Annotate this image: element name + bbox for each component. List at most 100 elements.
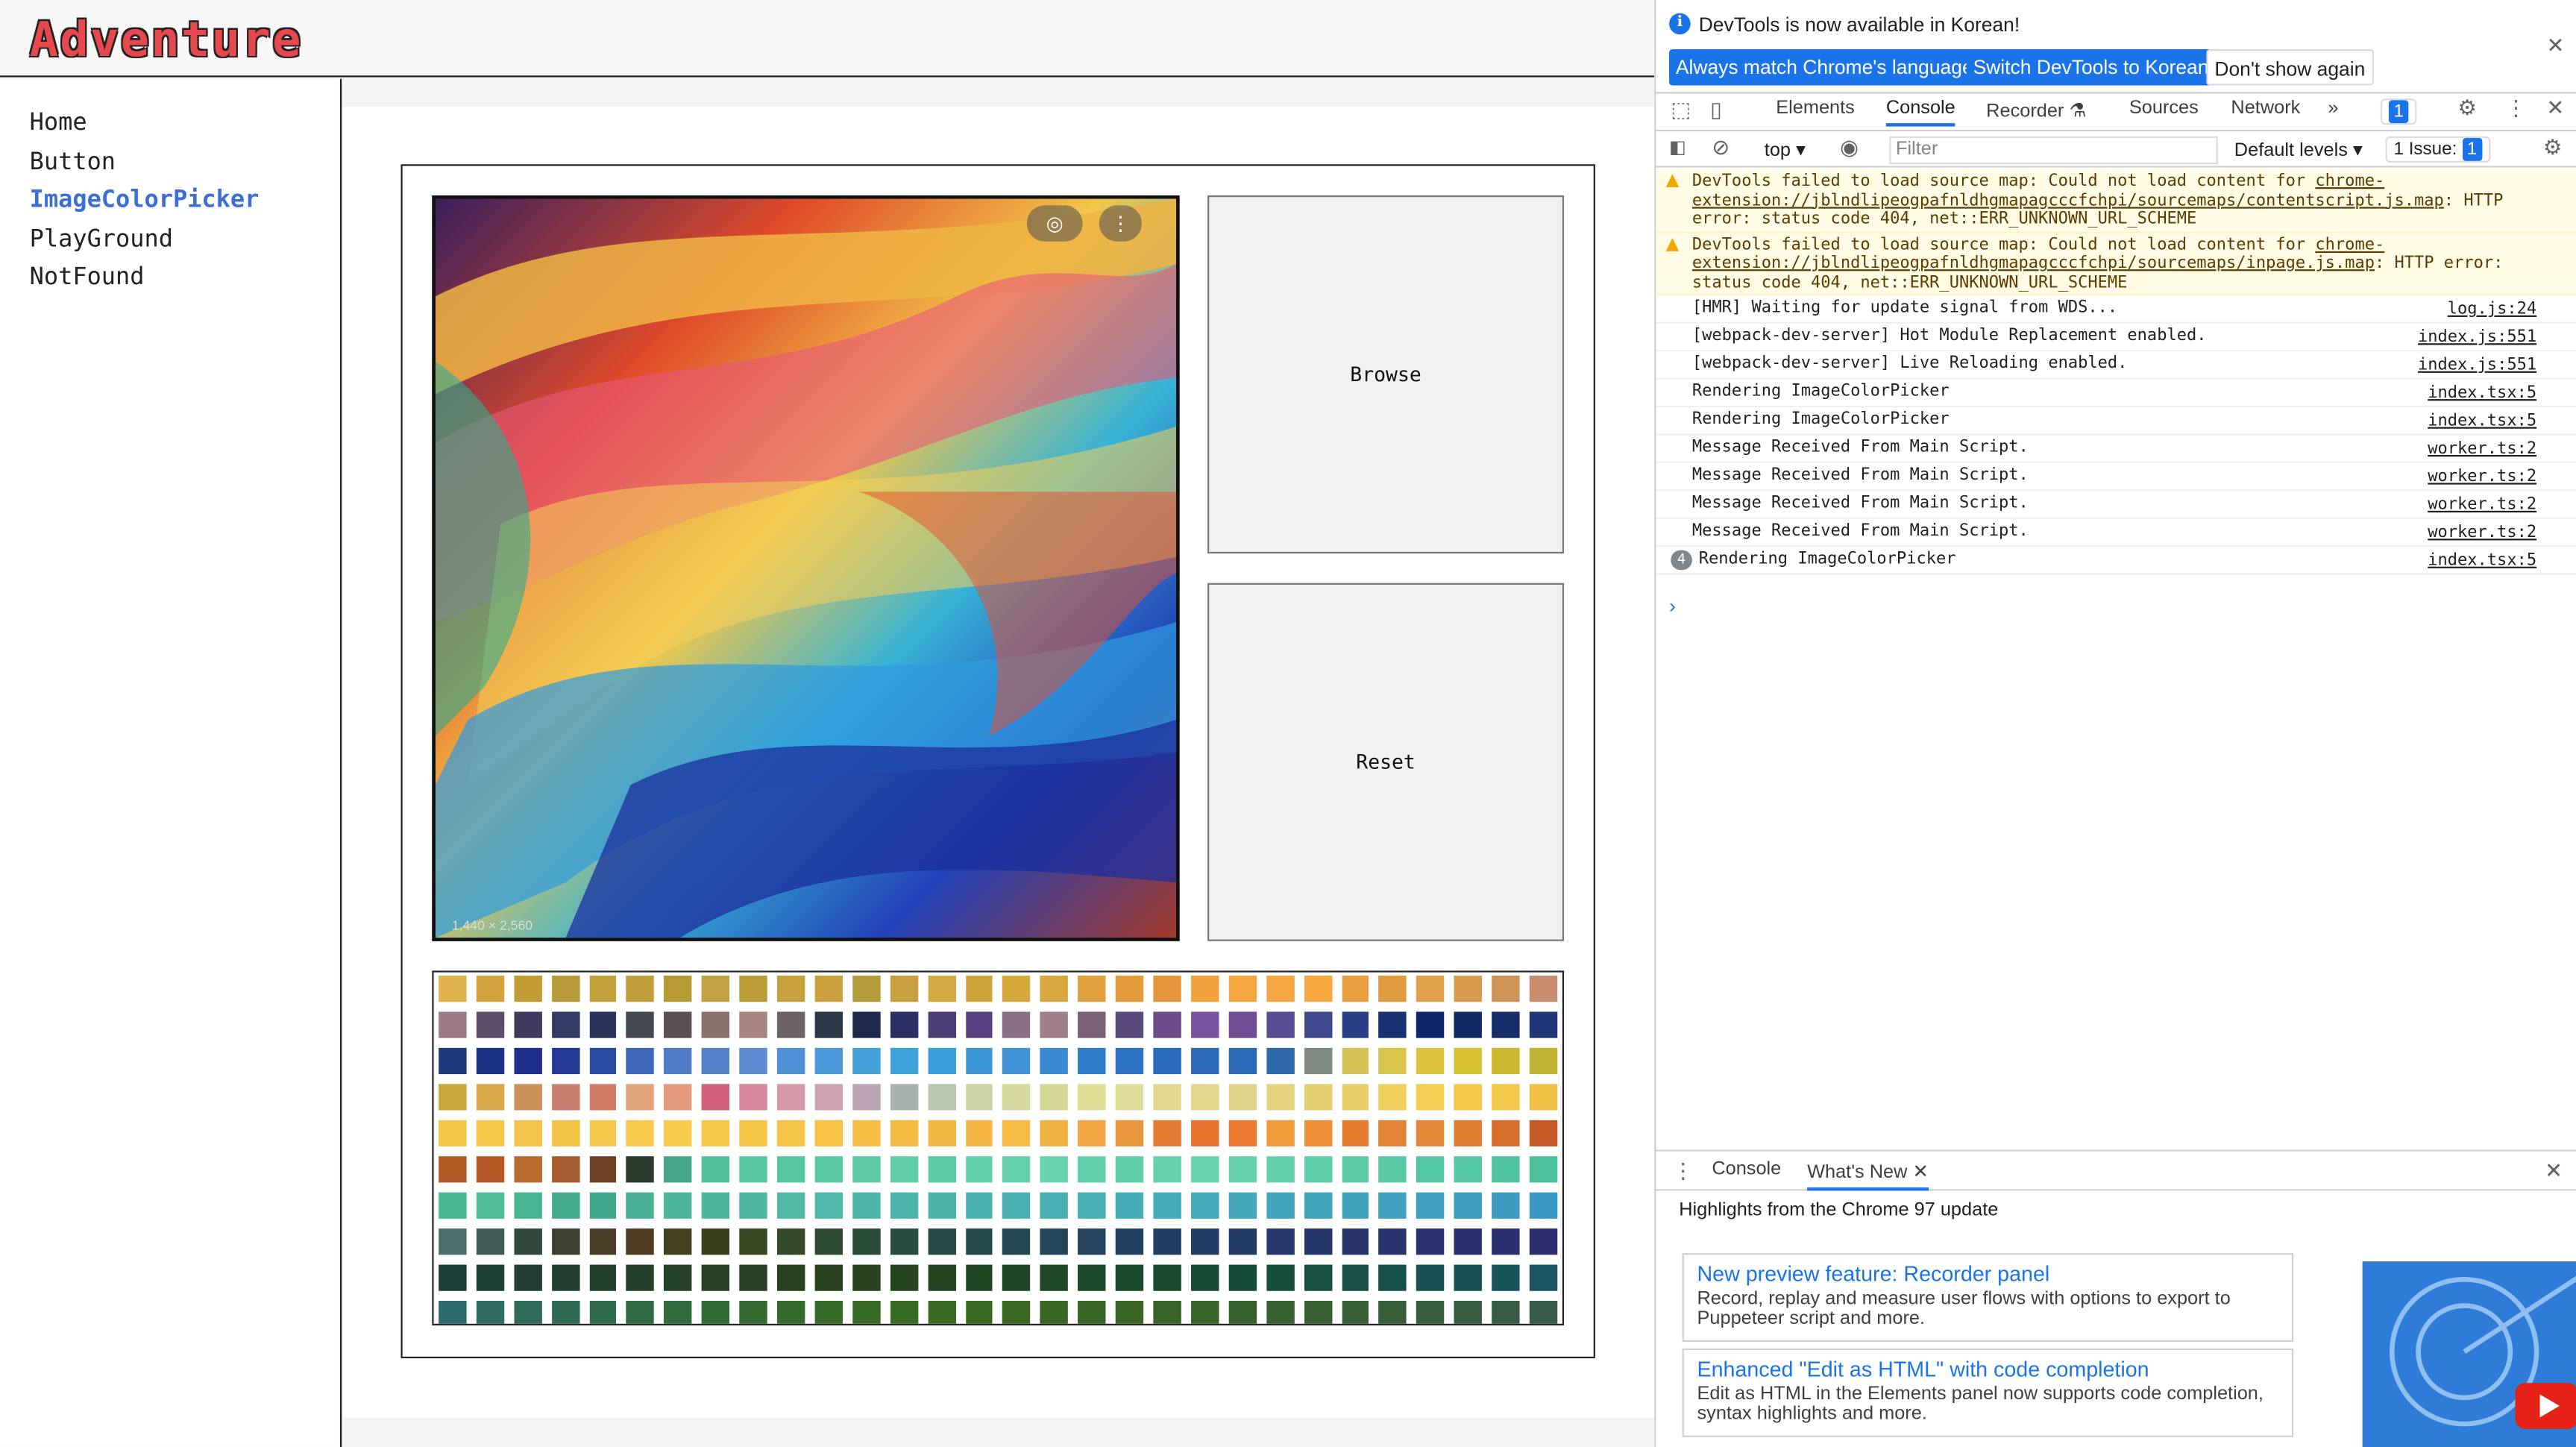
palette-swatch[interactable] xyxy=(1416,1156,1445,1183)
palette-swatch[interactable] xyxy=(588,1156,618,1183)
palette-swatch[interactable] xyxy=(1379,1047,1407,1075)
palette-swatch[interactable] xyxy=(1379,1120,1407,1146)
palette-swatch[interactable] xyxy=(551,1084,579,1111)
palette-swatch[interactable] xyxy=(739,1120,767,1146)
palette-swatch[interactable] xyxy=(439,1156,467,1183)
palette-swatch[interactable] xyxy=(1190,1156,1219,1183)
inspect-element-icon[interactable]: ⬚ xyxy=(1671,97,1691,123)
palette-swatch[interactable] xyxy=(965,1300,993,1324)
palette-swatch[interactable] xyxy=(1416,1047,1445,1075)
palette-swatch[interactable] xyxy=(514,1047,542,1075)
palette-swatch[interactable] xyxy=(1266,975,1295,1002)
palette-swatch[interactable] xyxy=(1530,975,1558,1002)
whats-new-video-thumbnail[interactable] xyxy=(2362,1261,2576,1447)
palette-swatch[interactable] xyxy=(1190,1047,1219,1075)
palette-swatch[interactable] xyxy=(927,1120,956,1146)
palette-swatch[interactable] xyxy=(476,1120,504,1146)
palette-swatch[interactable] xyxy=(1454,1192,1483,1219)
tab-elements[interactable]: Elements xyxy=(1776,98,1855,118)
palette-swatch[interactable] xyxy=(664,975,693,1002)
palette-swatch[interactable] xyxy=(1228,1192,1257,1219)
palette-swatch[interactable] xyxy=(514,1011,542,1038)
palette-swatch[interactable] xyxy=(1341,1300,1369,1324)
palette-swatch[interactable] xyxy=(739,1228,767,1255)
palette-swatch[interactable] xyxy=(1116,1192,1144,1219)
palette-swatch[interactable] xyxy=(514,1228,542,1255)
palette-swatch[interactable] xyxy=(1492,1011,1520,1038)
palette-swatch[interactable] xyxy=(702,1192,730,1219)
palette-swatch[interactable] xyxy=(739,1264,767,1291)
palette-swatch[interactable] xyxy=(814,1011,843,1038)
palette-swatch[interactable] xyxy=(1153,1084,1181,1111)
palette-swatch[interactable] xyxy=(1341,1047,1369,1075)
palette-swatch[interactable] xyxy=(1492,1192,1520,1219)
palette-swatch[interactable] xyxy=(965,975,993,1002)
palette-swatch[interactable] xyxy=(1153,1264,1181,1291)
clear-console-icon[interactable]: ⊘ xyxy=(1712,135,1730,161)
palette-swatch[interactable] xyxy=(1416,1120,1445,1146)
tab-console[interactable]: Console xyxy=(1885,98,1955,127)
tab-network[interactable]: Network xyxy=(2231,98,2300,118)
palette-swatch[interactable] xyxy=(1002,1156,1031,1183)
palette-swatch[interactable] xyxy=(514,1084,542,1111)
palette-swatch[interactable] xyxy=(1002,1228,1031,1255)
nav-item-button[interactable]: Button xyxy=(30,144,340,183)
palette-swatch[interactable] xyxy=(890,1084,918,1111)
palette-swatch[interactable] xyxy=(814,1192,843,1219)
palette-swatch[interactable] xyxy=(739,1192,767,1219)
palette-swatch[interactable] xyxy=(1266,1192,1295,1219)
nav-item-notfound[interactable]: NotFound xyxy=(30,260,340,299)
source-location-link[interactable]: worker.ts:2 xyxy=(2428,440,2536,459)
palette-swatch[interactable] xyxy=(702,1084,730,1111)
palette-swatch[interactable] xyxy=(927,1084,956,1111)
palette-swatch[interactable] xyxy=(1228,1156,1257,1183)
close-devtools-icon[interactable]: ✕ xyxy=(2546,95,2564,122)
palette-swatch[interactable] xyxy=(588,1120,618,1146)
palette-swatch[interactable] xyxy=(551,1228,579,1255)
log-levels-dropdown[interactable]: Default levels ▾ xyxy=(2234,138,2363,160)
palette-swatch[interactable] xyxy=(1078,1156,1106,1183)
palette-swatch[interactable] xyxy=(1228,1011,1257,1038)
palette-swatch[interactable] xyxy=(890,975,918,1002)
palette-swatch[interactable] xyxy=(1492,1300,1520,1324)
palette-swatch[interactable] xyxy=(1416,1228,1445,1255)
context-selector[interactable]: top ▾ xyxy=(1765,138,1806,160)
palette-swatch[interactable] xyxy=(626,1300,655,1324)
close-tab-icon[interactable]: ✕ xyxy=(1913,1163,1929,1182)
drawer-tab-console[interactable]: Console xyxy=(1712,1160,1781,1179)
palette-swatch[interactable] xyxy=(1040,1192,1069,1219)
palette-swatch[interactable] xyxy=(551,1047,579,1075)
dont-show-again-button[interactable]: Don't show again xyxy=(2206,49,2374,86)
image-more-menu-icon[interactable]: ⋮ xyxy=(1099,205,1142,242)
live-expression-eye-icon[interactable]: ◉ xyxy=(1840,135,1859,161)
palette-swatch[interactable] xyxy=(852,975,881,1002)
palette-swatch[interactable] xyxy=(1304,1228,1332,1255)
palette-swatch[interactable] xyxy=(852,1264,881,1291)
palette-swatch[interactable] xyxy=(1379,1192,1407,1219)
palette-swatch[interactable] xyxy=(1304,1011,1332,1038)
drawer-menu-icon[interactable]: ⋮ xyxy=(1672,1158,1694,1184)
palette-swatch[interactable] xyxy=(1116,1264,1144,1291)
palette-swatch[interactable] xyxy=(1078,1084,1106,1111)
palette-swatch[interactable] xyxy=(439,1084,467,1111)
palette-swatch[interactable] xyxy=(1078,975,1106,1002)
palette-swatch[interactable] xyxy=(1190,1264,1219,1291)
source-location-link[interactable]: index.tsx:5 xyxy=(2428,384,2536,403)
palette-swatch[interactable] xyxy=(1454,1228,1483,1255)
source-location-link[interactable]: index.tsx:5 xyxy=(2428,412,2536,431)
switch-to-korean-button[interactable]: Switch DevTools to Korean xyxy=(1966,49,2216,86)
palette-swatch[interactable] xyxy=(664,1300,693,1324)
palette-swatch[interactable] xyxy=(1492,1156,1520,1183)
palette-swatch[interactable] xyxy=(1002,1264,1031,1291)
source-location-link[interactable]: worker.ts:2 xyxy=(2428,468,2536,487)
palette-swatch[interactable] xyxy=(664,1156,693,1183)
palette-swatch[interactable] xyxy=(1116,1156,1144,1183)
palette-swatch[interactable] xyxy=(1341,1264,1369,1291)
palette-swatch[interactable] xyxy=(777,1228,805,1255)
palette-swatch[interactable] xyxy=(739,1047,767,1075)
palette-swatch[interactable] xyxy=(1304,1264,1332,1291)
palette-swatch[interactable] xyxy=(1228,1228,1257,1255)
palette-swatch[interactable] xyxy=(1416,1192,1445,1219)
palette-swatch[interactable] xyxy=(1153,1156,1181,1183)
palette-swatch[interactable] xyxy=(1379,1300,1407,1324)
